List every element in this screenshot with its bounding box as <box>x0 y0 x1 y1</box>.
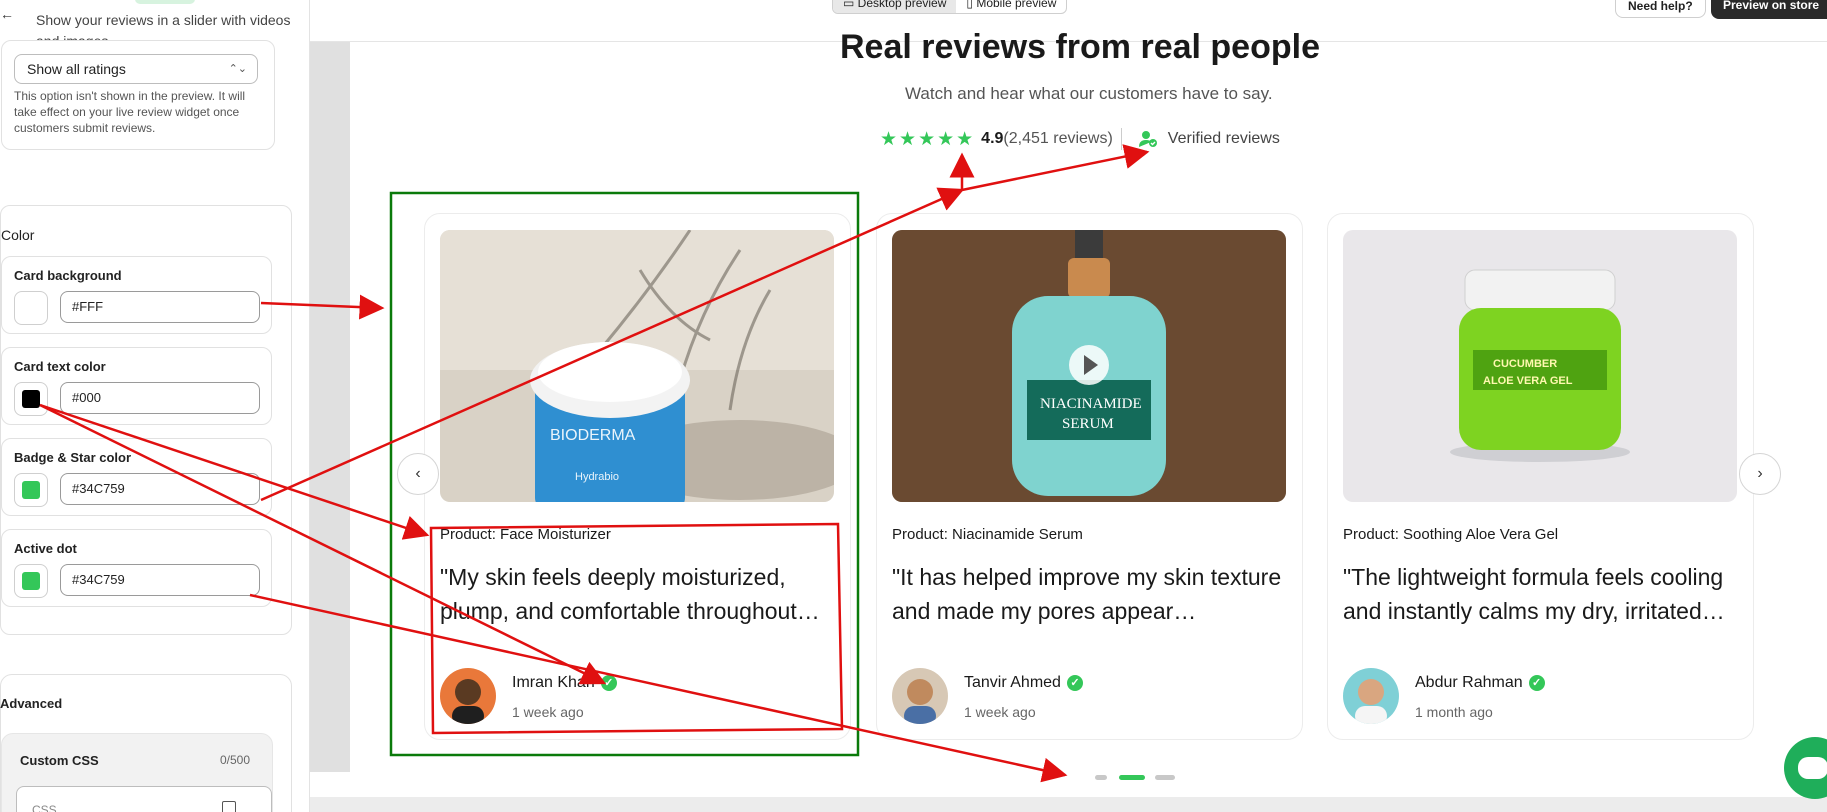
card-text-color-field: Card text color #000 <box>1 347 272 425</box>
need-help-button[interactable]: Need help? <box>1615 0 1706 18</box>
hex-input[interactable]: #34C759 <box>60 564 260 596</box>
chevron-updown-icon: ⌃⌄ <box>228 63 247 75</box>
review-product: Product: Face Moisturizer <box>440 526 611 543</box>
reviewer-name: Tanvir Ahmed <box>964 674 1061 691</box>
hex-input[interactable]: #000 <box>60 382 260 414</box>
slider-dot-active[interactable] <box>1119 775 1145 780</box>
field-label: Active dot <box>14 541 77 556</box>
svg-text:NIACINAMIDE: NIACINAMIDE <box>1040 396 1142 412</box>
verified-check-icon: ✓ <box>1066 675 1083 691</box>
reviewer-name-row: Tanvir Ahmed ✓ <box>964 674 1083 692</box>
mobile-preview-label: Mobile preview <box>976 0 1057 10</box>
rating-filter-select[interactable]: Show all ratings ⌃⌄ <box>14 54 258 84</box>
star-icon: ★★★★★ <box>880 128 976 150</box>
color-swatch[interactable] <box>14 382 48 416</box>
card-background-field: Card background #FFF <box>1 256 272 334</box>
preview-bottom-strip <box>310 797 1827 812</box>
preview-gutter <box>310 42 350 772</box>
verified-user-icon <box>1138 130 1158 148</box>
chat-icon[interactable] <box>1784 737 1827 799</box>
copy-icon[interactable] <box>222 801 236 812</box>
svg-text:ALOE VERA GEL: ALOE VERA GEL <box>1483 375 1573 387</box>
swatch-fill <box>22 299 40 317</box>
widget-title: Real reviews from real people <box>840 28 1320 66</box>
review-time: 1 week ago <box>964 704 1036 720</box>
desktop-preview-label: Desktop preview <box>857 0 947 10</box>
swatch-fill <box>22 572 40 590</box>
mobile-preview-tab[interactable]: ▯ Mobile preview <box>956 0 1066 13</box>
review-card[interactable]: CUCUMBER ALOE VERA GEL Product: Soothing… <box>1327 213 1754 740</box>
verified-check-icon: ✓ <box>1528 675 1545 691</box>
color-swatch[interactable] <box>14 473 48 507</box>
divider <box>1120 128 1122 150</box>
review-card[interactable]: BIODERMA Hydrabio Product: Face Moisturi… <box>424 213 851 740</box>
active-dot-field: Active dot #34C759 <box>1 529 272 607</box>
review-image[interactable]: NIACINAMIDE SERUM <box>892 230 1286 502</box>
review-time: 1 week ago <box>512 704 584 720</box>
rating-summary: ★★★★★ 4.9 (2,451 reviews) Verified revie… <box>880 128 1280 150</box>
badge-star-color-field: Badge & Star color #34C759 <box>1 438 272 516</box>
review-count: (2,451 reviews) <box>1003 130 1113 147</box>
swatch-fill <box>22 481 40 499</box>
field-label: Card text color <box>14 359 106 374</box>
color-swatch[interactable] <box>14 564 48 598</box>
svg-text:SERUM: SERUM <box>1062 416 1114 432</box>
desktop-icon: ▭ <box>843 0 858 10</box>
review-product: Product: Soothing Aloe Vera Gel <box>1343 526 1559 543</box>
review-quote: "The lightweight formula feels cooling a… <box>1343 564 1725 624</box>
field-label: Card background <box>14 268 122 283</box>
review-image[interactable]: BIODERMA Hydrabio <box>440 230 834 502</box>
swatch-fill <box>22 390 40 408</box>
rating-value: 4.9 <box>981 130 1004 147</box>
verified-reviews-label: Verified reviews <box>1167 130 1280 147</box>
color-section-title: Color <box>1 227 35 243</box>
mobile-icon: ▯ <box>966 0 977 10</box>
settings-panel: ← Show your reviews in a slider with vid… <box>0 0 310 812</box>
custom-css-placeholder: CSS <box>32 803 57 812</box>
avatar <box>1343 668 1399 724</box>
color-swatch[interactable] <box>14 291 48 325</box>
rating-filter-hint: This option isn't shown in the preview. … <box>14 89 246 135</box>
avatar <box>892 668 948 724</box>
custom-css-label: Custom CSS <box>20 753 99 768</box>
back-arrow-icon[interactable]: ← <box>0 6 14 22</box>
chat-bubble-shape <box>1798 757 1827 779</box>
reviewer-name: Imran Khan <box>512 674 595 691</box>
preview-toggle: ▭ Desktop preview ▯ Mobile preview <box>832 0 1068 14</box>
arrow-to-verified <box>961 144 1150 192</box>
verified-check-icon: ✓ <box>600 675 617 691</box>
review-quote: "My skin feels deeply moisturized, plump… <box>440 564 820 624</box>
review-quote: "It has helped improve my skin texture a… <box>892 564 1282 624</box>
svg-text:CUCUMBER: CUCUMBER <box>1493 358 1557 370</box>
chevron-left-icon[interactable]: ‹ <box>397 453 439 495</box>
svg-text:Hydrabio: Hydrabio <box>575 471 619 483</box>
reviewer-name-row: Abdur Rahman ✓ <box>1415 674 1545 692</box>
hex-input[interactable]: #34C759 <box>60 473 260 505</box>
review-image[interactable]: CUCUMBER ALOE VERA GEL <box>1343 230 1737 502</box>
avatar <box>440 668 496 724</box>
slider-dot[interactable] <box>1155 775 1175 780</box>
desktop-preview-tab[interactable]: ▭ Desktop preview <box>833 0 957 13</box>
reviewer-name: Abdur Rahman <box>1415 674 1523 691</box>
hex-input[interactable]: #FFF <box>60 291 260 323</box>
review-product: Product: Niacinamide Serum <box>892 526 1083 543</box>
slider-dot[interactable] <box>1095 775 1107 780</box>
review-time: 1 month ago <box>1415 704 1493 720</box>
field-label: Badge & Star color <box>14 450 132 465</box>
custom-css-count: 0/500 <box>220 753 251 767</box>
review-card[interactable]: NIACINAMIDE SERUM Product: Niacinamide S… <box>876 213 1303 740</box>
reviewer-name-row: Imran Khan ✓ <box>512 674 617 692</box>
preview-on-store-button[interactable]: Preview on store <box>1711 0 1827 19</box>
widget-subtitle: Watch and hear what our customers have t… <box>905 84 1273 103</box>
status-pill <box>135 0 195 4</box>
rating-filter-value: Show all ratings <box>27 61 126 77</box>
svg-text:BIODERMA: BIODERMA <box>550 427 636 444</box>
chevron-right-icon[interactable]: › <box>1739 453 1781 495</box>
advanced-title: Advanced <box>0 696 63 711</box>
